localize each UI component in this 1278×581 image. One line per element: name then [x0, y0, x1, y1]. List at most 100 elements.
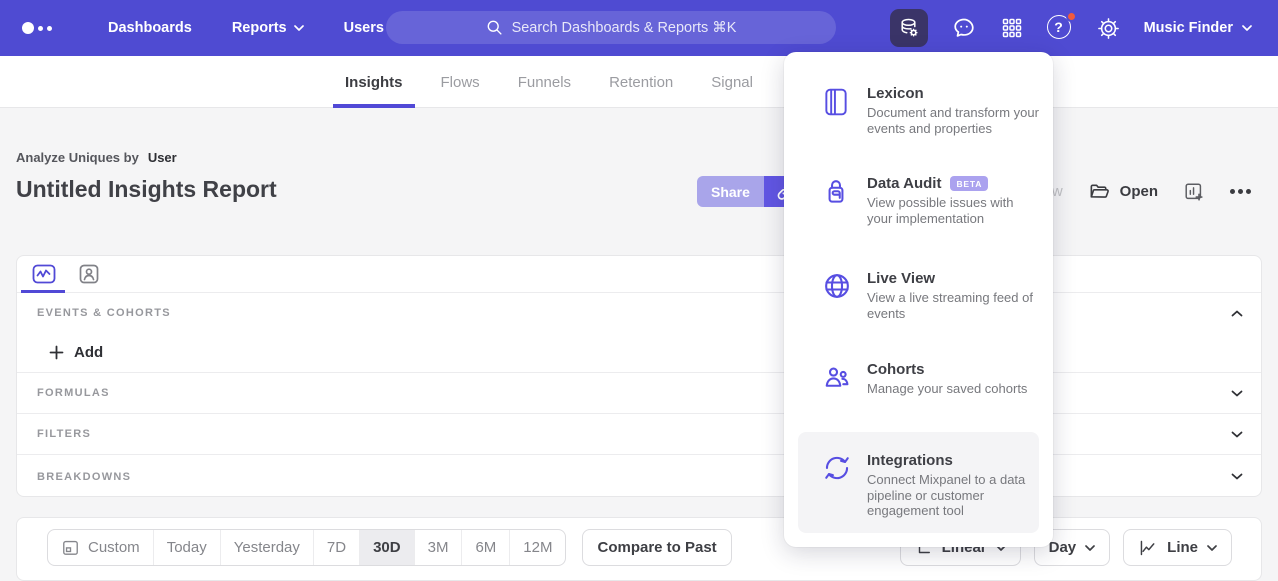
compare-label: Compare to Past — [597, 539, 716, 556]
analysis-context: Analyze Uniques by User — [16, 150, 177, 165]
add-event-button[interactable]: Add — [49, 344, 103, 361]
share-button[interactable]: Share — [697, 176, 764, 207]
range-label: Today — [167, 539, 207, 556]
lexicon-book-icon — [823, 85, 849, 136]
tab-funnels[interactable]: Funnels — [518, 56, 571, 108]
gear-icon — [1096, 16, 1121, 41]
range-label: 3M — [428, 539, 449, 556]
range-3m[interactable]: 3M — [415, 530, 463, 565]
menu-item-description: Manage your saved cohorts — [867, 381, 1039, 397]
report-tabbar: Insights Flows Funnels Retention Signal … — [0, 56, 1278, 108]
add-label: Add — [74, 344, 103, 361]
menu-item-description: Connect Mixpanel to a data pipeline or c… — [867, 472, 1039, 519]
globe-icon — [823, 270, 849, 321]
range-custom[interactable]: Custom — [48, 530, 154, 565]
range-label: 30D — [373, 539, 401, 556]
range-6m[interactable]: 6M — [462, 530, 510, 565]
chevron-down-icon — [1231, 431, 1243, 438]
range-yesterday[interactable]: Yesterday — [221, 530, 314, 565]
chevron-down-icon — [1231, 390, 1243, 397]
section-label: BREAKDOWNS — [37, 471, 131, 483]
nav-link-reports[interactable]: Reports — [232, 20, 304, 36]
range-12m[interactable]: 12M — [510, 530, 565, 565]
section-breakdowns[interactable]: BREAKDOWNS — [17, 454, 1261, 498]
tab-insights[interactable]: Insights — [345, 56, 403, 108]
menu-item-title: Lexicon — [867, 85, 1039, 102]
folder-open-icon — [1088, 180, 1111, 203]
section-filters[interactable]: FILTERS — [17, 413, 1261, 454]
plus-icon — [49, 345, 64, 360]
range-label: 7D — [327, 539, 346, 556]
project-name: Music Finder — [1144, 20, 1233, 36]
person-icon — [77, 262, 101, 286]
top-nav: Dashboards Reports Users Search Dashboar… — [0, 0, 1278, 56]
tab-flows[interactable]: Flows — [441, 56, 480, 108]
chevron-down-icon — [1085, 545, 1095, 551]
data-management-button[interactable] — [890, 9, 928, 47]
grid-icon — [1000, 16, 1024, 40]
calendar-icon — [61, 538, 80, 557]
builder-icon-tabs — [17, 256, 1261, 293]
tab-retention[interactable]: Retention — [609, 56, 673, 108]
tab-label: Retention — [609, 74, 673, 91]
search-placeholder: Search Dashboards & Reports ⌘K — [512, 20, 737, 36]
menu-item-cohorts[interactable]: Cohorts Manage your saved cohorts — [823, 361, 1035, 397]
apps-grid-button[interactable] — [1000, 16, 1024, 40]
menu-item-description: Document and transform your events and p… — [867, 105, 1039, 136]
menu-item-description: View possible issues with your implement… — [867, 195, 1039, 226]
nav-link-users[interactable]: Users — [344, 20, 384, 36]
settings-button[interactable] — [1096, 16, 1121, 41]
nav-link-dashboards[interactable]: Dashboards — [108, 20, 192, 36]
range-7d[interactable]: 7D — [314, 530, 360, 565]
section-formulas[interactable]: FORMULAS — [17, 372, 1261, 413]
section-label: FILTERS — [37, 428, 91, 440]
context-value-button[interactable]: User — [148, 150, 177, 165]
chevron-down-icon — [1207, 545, 1217, 551]
compare-to-past-button[interactable]: Compare to Past — [582, 529, 731, 566]
menu-item-data-audit[interactable]: Data Audit BETA View possible issues wit… — [823, 175, 1035, 226]
chevron-up-icon[interactable] — [1231, 310, 1243, 317]
mixpanel-logo-icon[interactable] — [22, 22, 52, 34]
tab-label: Insights — [345, 74, 403, 91]
chart-type-select[interactable]: Line — [1123, 529, 1232, 566]
add-to-board-button[interactable] — [1183, 181, 1205, 203]
query-builder-card: EVENTS & COHORTS Add FORMULAS FILTERS — [16, 255, 1262, 497]
menu-item-title: Data Audit — [867, 175, 941, 192]
menu-item-lexicon[interactable]: Lexicon Document and transform your even… — [823, 85, 1035, 136]
menu-item-title: Live View — [867, 270, 1039, 287]
project-switcher[interactable]: Music Finder — [1144, 20, 1252, 36]
notification-dot — [1066, 11, 1077, 22]
nav-link-label: Users — [344, 20, 384, 36]
context-label: Analyze Uniques by — [16, 150, 139, 165]
range-label: 6M — [475, 539, 496, 556]
search-input[interactable]: Search Dashboards & Reports ⌘K — [386, 11, 836, 44]
messages-button[interactable] — [951, 15, 977, 41]
tab-label: Funnels — [518, 74, 571, 91]
tab-signal[interactable]: Signal — [711, 56, 753, 108]
menu-item-live-view[interactable]: Live View View a live streaming feed of … — [823, 270, 1035, 321]
chevron-down-icon — [1242, 25, 1252, 31]
tab-label: Flows — [441, 74, 480, 91]
cohorts-people-icon — [823, 361, 849, 397]
more-options-button[interactable] — [1230, 189, 1251, 194]
nav-link-label: Dashboards — [108, 20, 192, 36]
open-report-button[interactable]: Open — [1088, 180, 1158, 203]
integrations-sync-icon — [823, 452, 849, 519]
menu-item-title: Cohorts — [867, 361, 1039, 378]
chat-bubble-icon — [951, 15, 977, 41]
menu-item-integrations[interactable]: Integrations Connect Mixpanel to a data … — [823, 452, 1035, 519]
tab-label: Signal — [711, 74, 753, 91]
chevron-down-icon — [294, 25, 304, 31]
help-button[interactable]: ? — [1047, 15, 1073, 41]
board-plus-icon — [1183, 181, 1205, 203]
range-today[interactable]: Today — [154, 530, 221, 565]
page-title: Untitled Insights Report — [16, 176, 277, 203]
range-label: Yesterday — [234, 539, 300, 556]
range-label: Custom — [88, 539, 140, 556]
metrics-view-tab[interactable] — [31, 262, 57, 286]
date-toolbar-card: Custom Today Yesterday 7D 30D 3M 6M 12M … — [16, 517, 1262, 581]
page: Dashboards Reports Users Search Dashboar… — [0, 0, 1278, 581]
range-30d[interactable]: 30D — [360, 530, 415, 565]
open-label: Open — [1120, 183, 1158, 200]
profiles-view-tab[interactable] — [77, 262, 101, 286]
